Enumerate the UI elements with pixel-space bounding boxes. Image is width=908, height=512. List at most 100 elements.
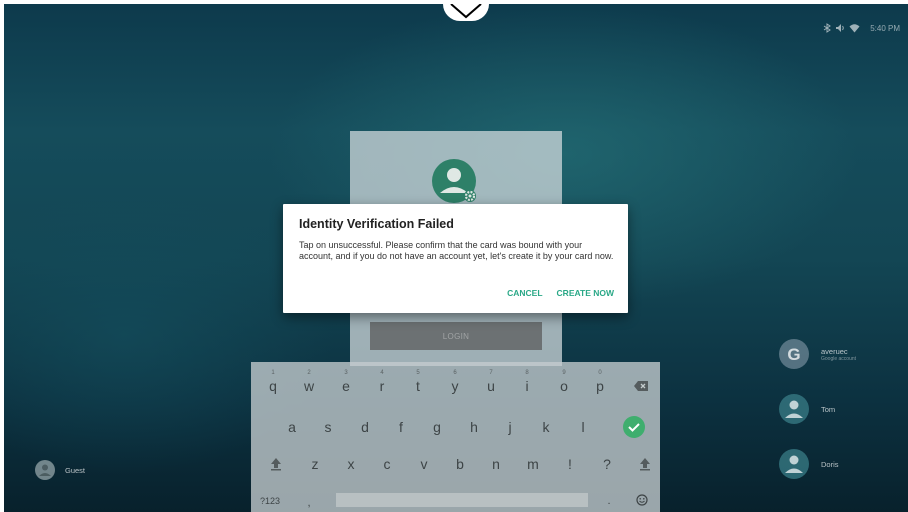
backspace-key[interactable] xyxy=(622,367,660,404)
dialog-message: Tap on unsuccessful. Please confirm that… xyxy=(299,240,614,261)
person-glyph xyxy=(785,400,803,418)
verification-failed-dialog: Identity Verification Failed Tap on unsu… xyxy=(283,204,628,313)
shift-key-right[interactable] xyxy=(626,445,664,482)
key-k[interactable]: k xyxy=(527,408,565,445)
keyboard-row-3: z x c v b n m ! ? xyxy=(251,445,660,482)
key-hint: 9 xyxy=(562,370,566,376)
key-label: p xyxy=(596,377,604,394)
create-now-button[interactable]: CREATE NOW xyxy=(557,288,614,298)
svg-text:G: G xyxy=(787,345,800,364)
key-a[interactable]: a xyxy=(273,408,311,445)
key-c[interactable]: c xyxy=(368,445,406,482)
wifi-icon xyxy=(849,24,860,33)
status-bar: 5:40 PM xyxy=(823,22,900,34)
user-name: Guest xyxy=(65,465,86,475)
key-hint: 8 xyxy=(525,370,529,376)
guest-user-item[interactable]: Guest xyxy=(35,460,85,480)
user-account-type: Google account xyxy=(821,355,857,362)
checkmark-icon xyxy=(623,415,645,438)
space-key[interactable] xyxy=(336,493,588,507)
clock: 5:40 PM xyxy=(870,23,900,33)
key-g[interactable]: g xyxy=(418,408,456,445)
login-button[interactable]: LOGIN xyxy=(370,322,542,350)
key-label: q xyxy=(269,377,277,394)
key-label: r xyxy=(379,377,385,394)
keyboard-row-1: 1q 2w 3e 4r 5t 6y 7u 8i 9o 0p xyxy=(251,367,660,404)
key-s[interactable]: s xyxy=(309,408,347,445)
cancel-button[interactable]: CANCEL xyxy=(507,288,542,298)
key-b[interactable]: b xyxy=(441,445,479,482)
key-d[interactable]: d xyxy=(346,408,384,445)
key-z[interactable]: z xyxy=(296,445,334,482)
user-name: Tom xyxy=(821,404,836,414)
google-g-glyph: G xyxy=(787,345,800,364)
key-o[interactable]: 9o xyxy=(545,367,583,404)
person-glyph xyxy=(785,455,803,473)
key-i[interactable]: 8i xyxy=(508,367,546,404)
chevron-down-icon xyxy=(450,4,482,19)
emoji-key[interactable] xyxy=(627,481,657,512)
key-l[interactable]: l xyxy=(564,408,602,445)
key-h[interactable]: h xyxy=(455,408,493,445)
key-q[interactable]: 1q xyxy=(254,367,292,404)
key-u[interactable]: 7u xyxy=(472,367,510,404)
key-hint: 3 xyxy=(344,370,348,376)
key-f[interactable]: f xyxy=(382,408,420,445)
key-m[interactable]: m xyxy=(514,445,552,482)
user-switch-item[interactable]: Doris xyxy=(779,449,839,479)
shift-key-left[interactable] xyxy=(257,445,295,482)
keyboard-row-2: a s d f g h j k l xyxy=(251,408,660,445)
key-hint: 7 xyxy=(489,370,493,376)
comma-key[interactable]: , xyxy=(299,484,319,512)
on-screen-keyboard: 1q 2w 3e 4r 5t 6y 7u 8i 9o 0p a s d f g … xyxy=(251,362,660,512)
person-icon xyxy=(779,449,809,479)
key-label: w xyxy=(303,377,315,394)
key-exclamation[interactable]: ! xyxy=(551,445,589,482)
key-hint: 6 xyxy=(453,370,457,376)
shift-icon xyxy=(271,457,281,470)
user-avatar xyxy=(432,159,476,203)
key-label: y xyxy=(451,377,459,394)
key-question[interactable]: ? xyxy=(588,445,626,482)
key-hint: 2 xyxy=(307,370,311,376)
key-hint: 4 xyxy=(380,370,384,376)
user-name: averuec xyxy=(821,346,848,356)
key-w[interactable]: 2w xyxy=(290,367,328,404)
key-hint: 5 xyxy=(416,370,420,376)
key-p[interactable]: 0p xyxy=(581,367,619,404)
key-r[interactable]: 4r xyxy=(363,367,401,404)
key-v[interactable]: v xyxy=(405,445,443,482)
key-hint: 1 xyxy=(271,370,275,376)
key-y[interactable]: 6y xyxy=(436,367,474,404)
key-hint: 0 xyxy=(598,370,602,376)
top-notch xyxy=(443,4,489,21)
emoji-icon xyxy=(636,493,648,506)
key-label: u xyxy=(487,377,495,394)
key-label: i xyxy=(525,377,529,394)
period-key[interactable]: . xyxy=(599,482,619,512)
user-name: Doris xyxy=(821,459,839,469)
person-icon xyxy=(779,394,809,424)
enter-key[interactable] xyxy=(615,408,653,445)
user-switch-item[interactable]: G averuec Google account xyxy=(779,339,856,369)
lock-screen: 5:40 PM LOGIN Identity Verification Fail… xyxy=(4,4,908,512)
dialog-title: Identity Verification Failed xyxy=(299,217,454,231)
key-n[interactable]: n xyxy=(477,445,515,482)
bluetooth-icon xyxy=(823,23,832,33)
key-label: e xyxy=(342,377,350,394)
shift-icon xyxy=(640,457,650,470)
backspace-icon xyxy=(634,380,648,391)
dialog-actions: CANCEL CREATE NOW xyxy=(507,288,614,298)
key-label: t xyxy=(416,377,420,394)
symbols-key[interactable]: ?123 xyxy=(255,482,285,512)
key-t[interactable]: 5t xyxy=(399,367,437,404)
user-switch-item[interactable]: Tom xyxy=(779,394,835,424)
google-icon: G xyxy=(779,339,809,369)
volume-icon xyxy=(836,24,844,32)
key-x[interactable]: x xyxy=(332,445,370,482)
key-j[interactable]: j xyxy=(491,408,529,445)
person-glyph xyxy=(39,464,51,476)
key-label: o xyxy=(560,377,568,394)
person-icon xyxy=(35,460,55,480)
key-e[interactable]: 3e xyxy=(327,367,365,404)
